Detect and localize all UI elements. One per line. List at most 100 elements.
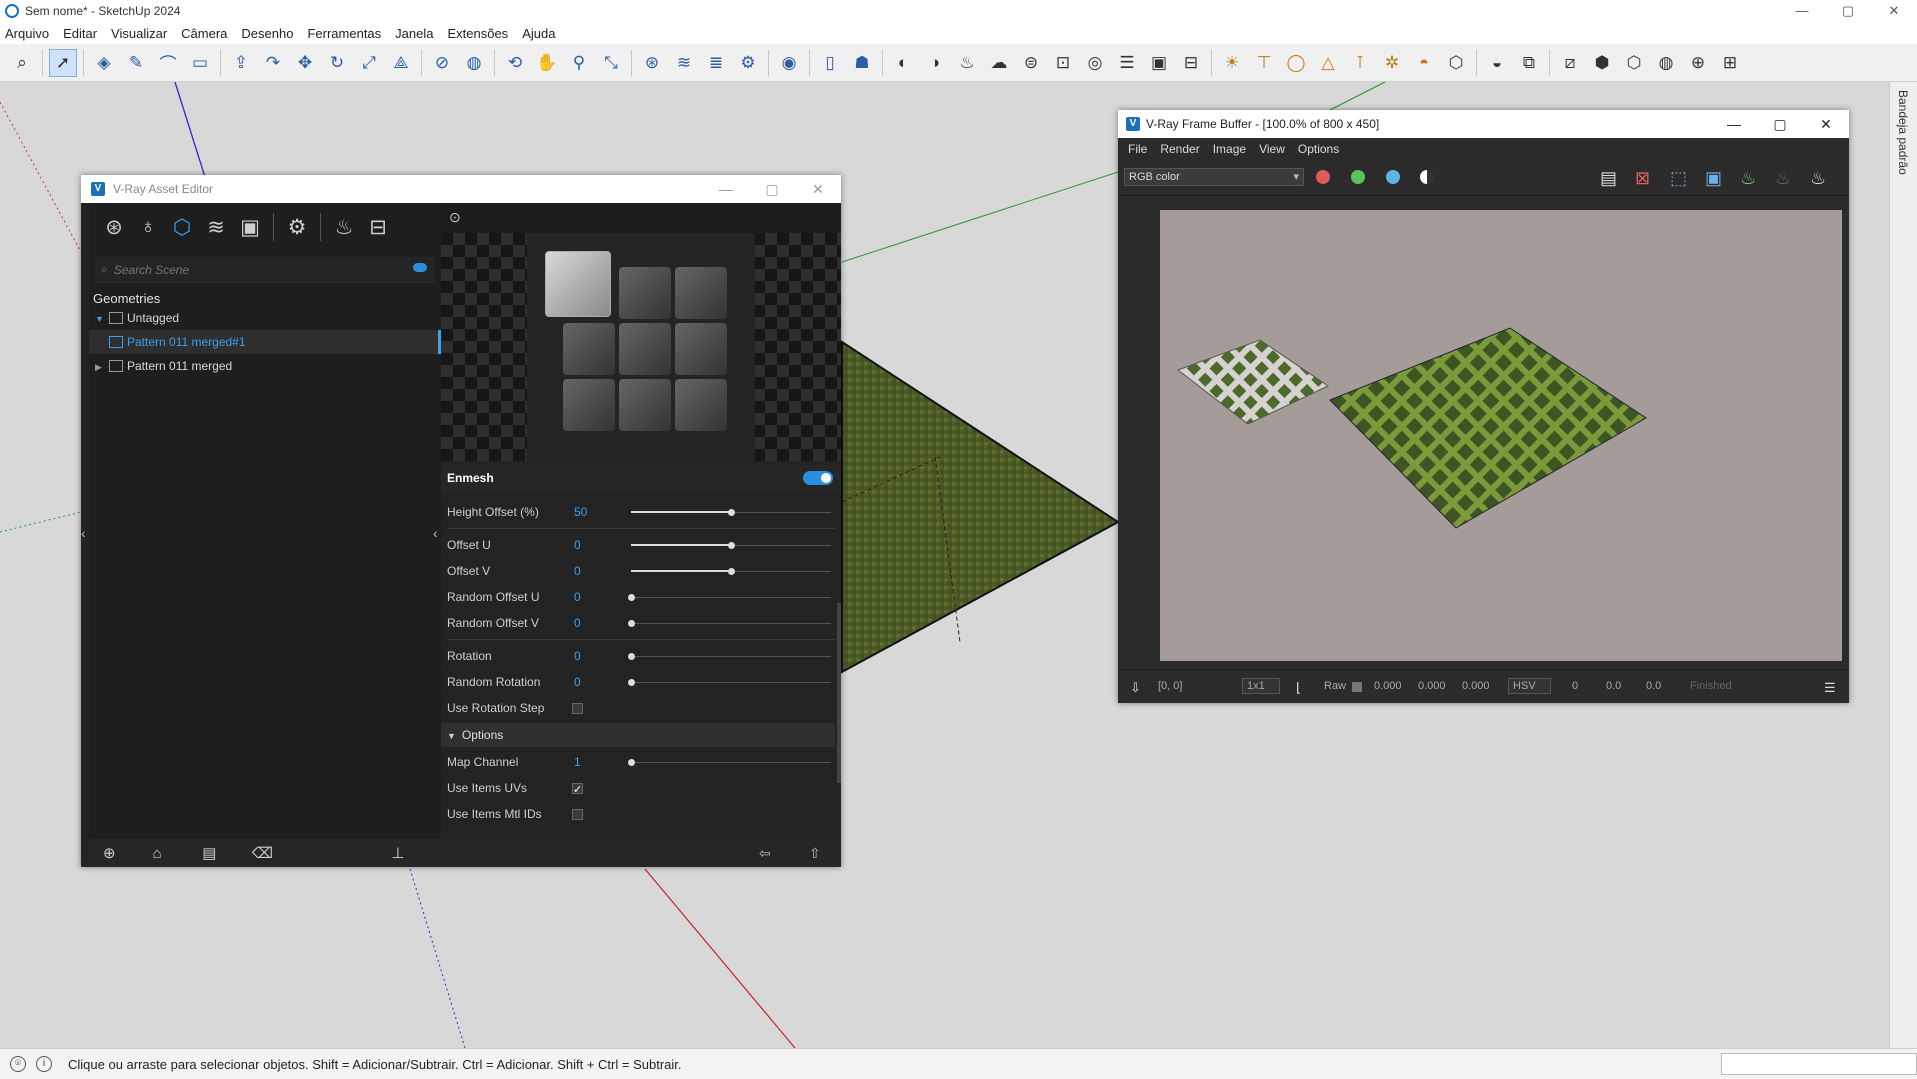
save-icon[interactable]: ▤ <box>202 844 252 862</box>
zoom-tool-icon[interactable]: ⚲ <box>565 49 593 77</box>
clear-image-icon[interactable]: ⊠ <box>1635 168 1650 189</box>
vray-region-icon[interactable]: ⊡ <box>1049 49 1077 77</box>
green-channel-icon[interactable] <box>1351 170 1365 184</box>
search-scene-input[interactable]: ⌕ Search Scene <box>95 257 435 283</box>
back-arrow-icon[interactable]: ⇦ <box>759 845 771 862</box>
offset-v-slider[interactable] <box>631 568 831 575</box>
geometry-icon[interactable]: ⬡ <box>165 215 199 240</box>
expand-arrow-icon[interactable]: ▼ <box>95 307 107 331</box>
preview-pin-icon[interactable]: ⊙ <box>449 209 461 226</box>
render-teapot-icon[interactable]: ♨ <box>327 215 361 240</box>
alpha-channel-icon[interactable] <box>1420 170 1434 184</box>
delete-icon[interactable]: ⌫ <box>252 844 302 862</box>
options-section-header[interactable]: ▼ Options <box>441 723 835 747</box>
ae-minimize-button[interactable]: — <box>703 175 749 203</box>
save-image-icon[interactable]: ▤ <box>1600 168 1617 189</box>
vray-lighting-icon[interactable]: ☰ <box>1113 49 1141 77</box>
use-items-mtl-ids-checkbox[interactable] <box>572 809 583 820</box>
rotate-icon[interactable]: ↻ <box>323 49 351 77</box>
layout-icon[interactable]: ≣ <box>702 49 730 77</box>
maximize-button[interactable]: ▢ <box>1825 0 1871 22</box>
purge-icon[interactable]: ⊥ <box>391 844 441 862</box>
spot-light-icon[interactable]: ⊤ <box>1250 49 1278 77</box>
sphere-light-icon[interactable]: ◯ <box>1282 49 1310 77</box>
light-gen-icon[interactable]: ✲ <box>1378 49 1406 77</box>
collapse-left-icon[interactable]: ‹ <box>81 525 89 541</box>
offset-v-value[interactable]: 0 <box>574 558 581 584</box>
tape-measure-icon[interactable]: ⊘ <box>428 49 456 77</box>
track-mouse-icon[interactable]: ⬚ <box>1670 168 1687 189</box>
infinite-plane-icon[interactable]: ◒ <box>1483 49 1511 77</box>
menu-desenho[interactable]: Desenho <box>241 26 293 41</box>
settings-icon[interactable]: ⚙ <box>280 215 314 240</box>
vfb-menu-view[interactable]: View <box>1259 142 1285 156</box>
vray-interactive-icon[interactable]: ◑ <box>921 49 949 77</box>
vfb-open-icon[interactable]: ⊞ <box>1716 49 1744 77</box>
map-channel-slider[interactable] <box>628 759 831 766</box>
eraser-icon[interactable]: ◈ <box>90 49 118 77</box>
height-offset-value[interactable]: 50 <box>574 499 587 525</box>
sphere-view-icon[interactable]: ◍ <box>1652 49 1680 77</box>
tree-item-pattern-merged[interactable]: ▶ Pattern 011 merged <box>89 354 441 378</box>
vray-camera-icon[interactable]: ◎ <box>1081 49 1109 77</box>
arc-icon[interactable]: ⌒ <box>154 49 182 77</box>
zoom-extents-icon[interactable]: ⤡ <box>597 49 625 77</box>
render-elements-icon[interactable]: ▣ <box>233 215 267 240</box>
blue-channel-icon[interactable] <box>1386 170 1400 184</box>
properties-scrollbar[interactable] <box>837 603 841 783</box>
vfb-maximize-button[interactable]: ▢ <box>1757 110 1803 138</box>
channel-select[interactable]: RGB color <box>1124 168 1304 186</box>
interactive-render-icon[interactable]: ♨ <box>1740 168 1756 189</box>
vray-teapot-icon[interactable]: ♨ <box>953 49 981 77</box>
up-arrow-icon[interactable]: ⇧ <box>809 845 821 862</box>
random-offset-u-slider[interactable] <box>628 594 831 601</box>
info-icon[interactable]: i <box>36 1056 52 1072</box>
frame-buffer-icon[interactable]: ⊟ <box>361 215 395 240</box>
vfb-menu-options[interactable]: Options <box>1298 142 1339 156</box>
menu-extensoes[interactable]: Extensões <box>447 26 508 41</box>
map-channel-value[interactable]: 1 <box>574 749 581 775</box>
use-items-uvs-checkbox[interactable] <box>572 777 583 803</box>
menu-ferramentas[interactable]: Ferramentas <box>307 26 381 41</box>
tree-item-pattern-merged-1[interactable]: Pattern 011 merged#1 <box>89 330 441 354</box>
add-asset-icon[interactable]: ⊕ <box>103 844 153 862</box>
default-tray[interactable]: Bandeja padrão <box>1889 82 1917 1048</box>
random-rotation-slider[interactable] <box>628 679 831 686</box>
vfb-menu-image[interactable]: Image <box>1213 142 1246 156</box>
random-rotation-value[interactable]: 0 <box>574 669 581 695</box>
ae-maximize-button[interactable]: ▢ <box>749 175 795 203</box>
warehouse-icon[interactable]: ⊛ <box>638 49 666 77</box>
rotation-slider[interactable] <box>628 653 831 660</box>
vfb-menu-render[interactable]: Render <box>1160 142 1199 156</box>
vray-cloud-icon[interactable]: ☁ <box>985 49 1013 77</box>
menu-ajuda[interactable]: Ajuda <box>522 26 555 41</box>
user-icon[interactable]: ☗ <box>848 49 876 77</box>
extension-warehouse-icon[interactable]: ≋ <box>670 49 698 77</box>
log-icon[interactable]: ☰ <box>1824 680 1836 696</box>
materials-icon[interactable]: ⊛ <box>97 215 131 240</box>
color-mode-select[interactable]: HSV <box>1508 678 1551 694</box>
curve-icon[interactable]: ⌊ <box>1296 680 1301 696</box>
region-render-icon[interactable]: ▣ <box>1705 168 1722 189</box>
menu-visualizar[interactable]: Visualizar <box>111 26 167 41</box>
dome-light-icon[interactable]: ◓ <box>1410 49 1438 77</box>
stop-render-icon[interactable]: ♨ <box>1775 168 1791 189</box>
new-file-icon[interactable]: ▯ <box>816 49 844 77</box>
vray-render-icon[interactable]: ◐ <box>889 49 917 77</box>
ies-light-icon[interactable]: △ <box>1314 49 1342 77</box>
random-offset-v-value[interactable]: 0 <box>574 610 581 636</box>
grass-plane[interactable] <box>841 340 1120 674</box>
grid-sphere-icon[interactable]: ⊕ <box>1684 49 1712 77</box>
lights-icon[interactable]: ♁ <box>131 215 165 239</box>
offset-icon[interactable]: ⟁ <box>387 49 415 77</box>
pan-icon[interactable]: ✋ <box>533 49 561 77</box>
section-icon[interactable]: ⧄ <box>1556 49 1584 77</box>
vfb-menu-file[interactable]: File <box>1128 142 1147 156</box>
open-folder-icon[interactable]: ⌂ <box>153 845 203 862</box>
render-icon[interactable]: ♨ <box>1810 168 1826 189</box>
sun-light-icon[interactable]: ☀ <box>1218 49 1246 77</box>
select-tool-icon[interactable]: ➚ <box>49 48 77 77</box>
paint-bucket-icon[interactable]: ◍ <box>460 49 488 77</box>
scale-icon[interactable]: ⤢ <box>355 49 383 77</box>
measurements-box[interactable] <box>1721 1053 1917 1075</box>
